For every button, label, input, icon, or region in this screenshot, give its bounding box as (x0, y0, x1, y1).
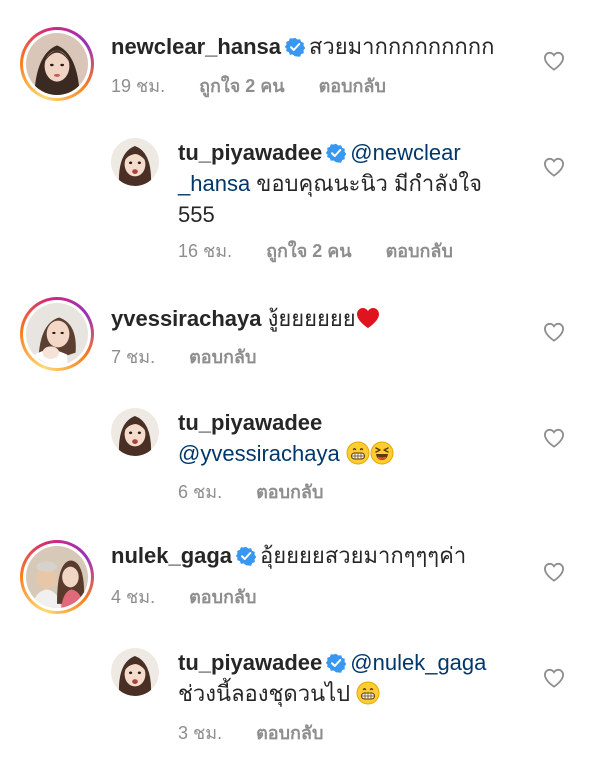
heart-outline-icon[interactable] (543, 562, 565, 582)
likes-count[interactable]: ถูกใจ 2 คน (199, 76, 285, 96)
username[interactable]: tu_piyawadee (178, 140, 322, 165)
comment-text: newclear_hansa สวยมากกกกกกกกก (111, 31, 541, 62)
comment-body: งู้ยยยยยย (267, 306, 356, 331)
comment-meta: 7 ชม. ตอบกลับ (111, 342, 290, 371)
heart-outline-icon[interactable] (543, 322, 565, 342)
reply-button[interactable]: ตอบกลับ (386, 241, 453, 261)
mention-link[interactable]: @yvessirachaya (178, 441, 340, 466)
timestamp: 7 ชม. (111, 347, 156, 367)
username[interactable]: tu_piyawadee (178, 650, 322, 675)
username[interactable]: yvessirachaya (111, 306, 261, 331)
comment-meta: 19 ชม. ถูกใจ 2 คน ตอบกลับ (111, 71, 420, 100)
comment-text: tu_piyawadee @nulek_gaga ช่วงนี้ลองชุดวนไ… (178, 647, 518, 709)
timestamp: 16 ชม. (178, 241, 233, 261)
timestamp: 19 ชม. (111, 76, 166, 96)
comment-meta: 16 ชม. ถูกใจ 2 คน ตอบกลับ (178, 236, 487, 265)
avatar[interactable] (111, 138, 159, 186)
verified-badge-icon (326, 653, 346, 673)
comment-body: 555 (178, 202, 215, 227)
mention-link[interactable]: @nulek_gaga (350, 650, 486, 675)
avatar[interactable] (20, 27, 94, 101)
comment-body: ขอบคุณนะนิว มีกำลังใจ (250, 171, 483, 196)
comment-text: tu_piyawadee @yvessirachaya (178, 407, 518, 469)
comment-text: tu_piyawadee @newclear _hansa ขอบคุณนะนิว… (178, 137, 518, 230)
comment-body: อุ้ยยยยสวยมากๆๆๆค่า (260, 543, 467, 568)
heart-outline-icon[interactable] (543, 428, 565, 448)
laughing-emoji-icon (370, 441, 394, 465)
heart-outline-icon[interactable] (543, 51, 565, 71)
reply-button[interactable]: ตอบกลับ (256, 482, 323, 502)
verified-badge-icon (285, 37, 305, 57)
username[interactable]: nulek_gaga (111, 543, 232, 568)
grinning-emoji-icon (346, 441, 370, 465)
comment-body: ช่วงนี้ลองชุดวนไป (178, 681, 351, 706)
username[interactable]: newclear_hansa (111, 34, 281, 59)
likes-count[interactable]: ถูกใจ 2 คน (266, 241, 352, 261)
reply-button[interactable]: ตอบกลับ (189, 347, 256, 367)
comment-body: สวยมากกกกกกกกก (308, 34, 495, 59)
timestamp: 3 ชม. (178, 723, 223, 743)
comment-text: nulek_gaga อุ้ยยยยสวยมากๆๆๆค่า (111, 540, 541, 571)
mention-link[interactable]: @newclear (350, 140, 460, 165)
comment-meta: 3 ชม. ตอบกลับ (178, 718, 357, 747)
timestamp: 4 ชม. (111, 587, 156, 607)
comment-meta: 6 ชม. ตอบกลับ (178, 477, 357, 506)
red-heart-emoji-icon (356, 307, 380, 329)
reply-button[interactable]: ตอบกลับ (319, 76, 386, 96)
comment-text: yvessirachaya งู้ยยยยยย (111, 303, 541, 334)
avatar[interactable] (20, 297, 94, 371)
heart-outline-icon[interactable] (543, 668, 565, 688)
verified-badge-icon (236, 546, 256, 566)
timestamp: 6 ชม. (178, 482, 223, 502)
username[interactable]: tu_piyawadee (178, 410, 322, 435)
reply-button[interactable]: ตอบกลับ (256, 723, 323, 743)
mention-link[interactable]: _hansa (178, 171, 250, 196)
heart-outline-icon[interactable] (543, 157, 565, 177)
comment-meta: 4 ชม. ตอบกลับ (111, 582, 290, 611)
avatar[interactable] (111, 408, 159, 456)
avatar[interactable] (20, 540, 94, 614)
reply-button[interactable]: ตอบกลับ (189, 587, 256, 607)
avatar[interactable] (111, 648, 159, 696)
verified-badge-icon (326, 143, 346, 163)
grinning-emoji-icon (356, 681, 380, 705)
